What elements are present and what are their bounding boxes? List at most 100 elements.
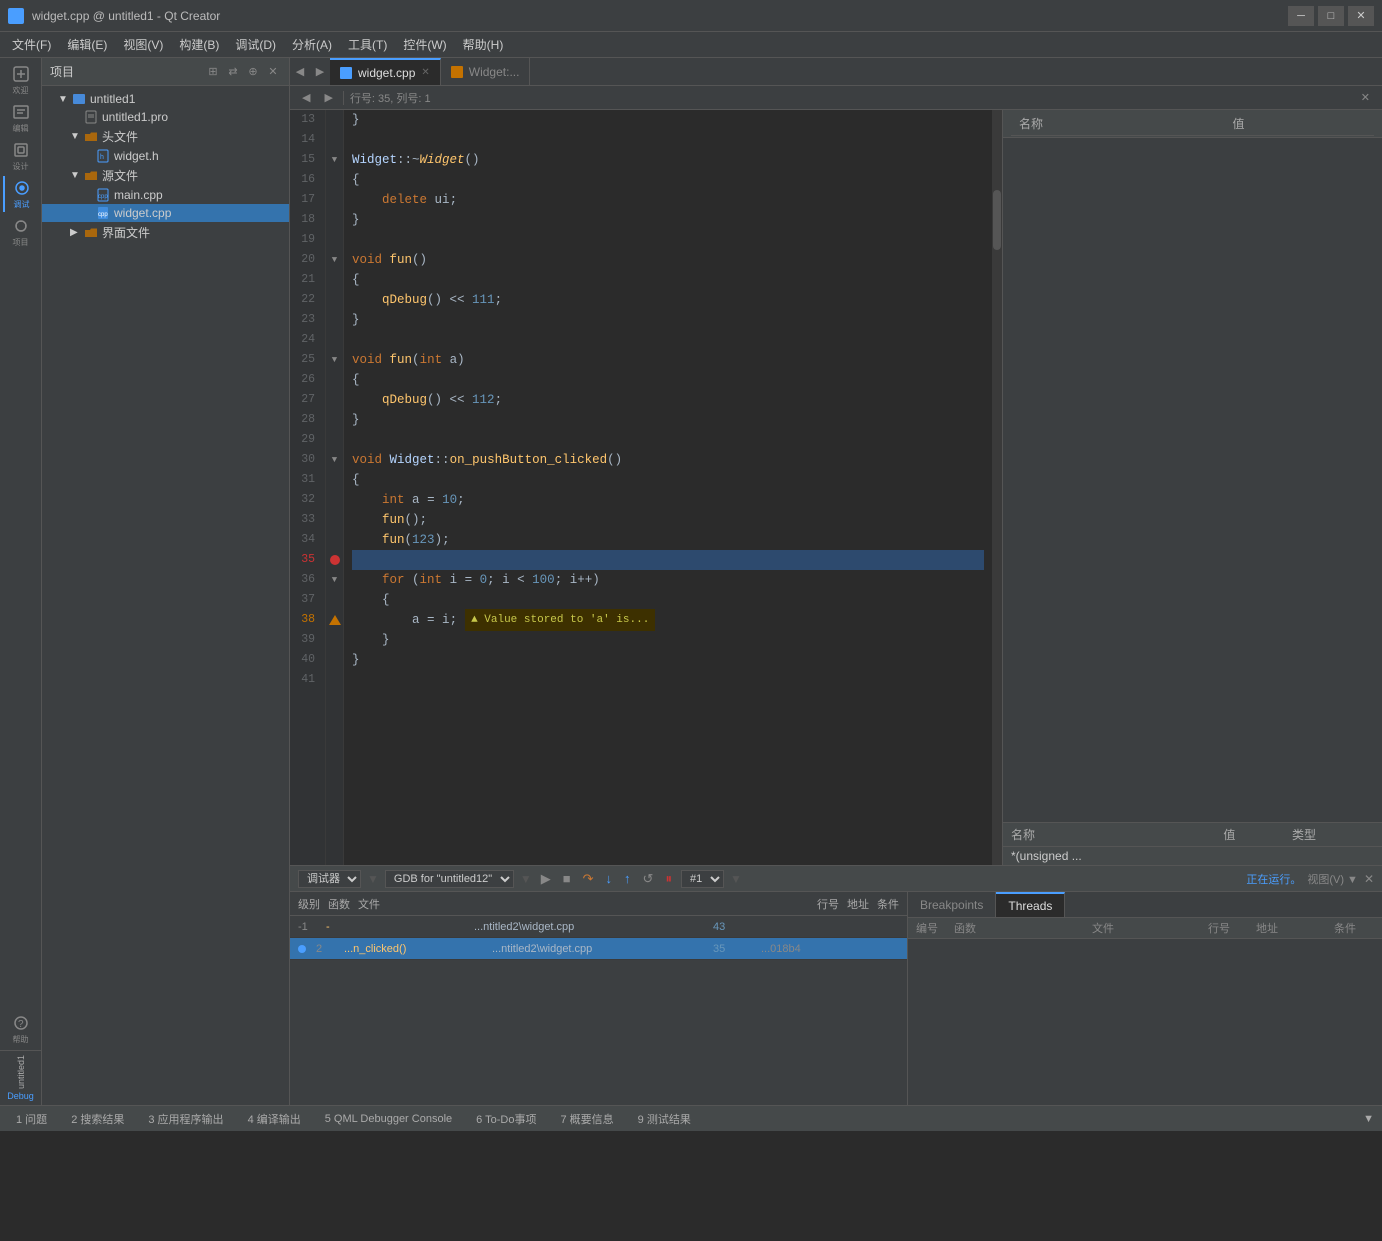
expand-icon[interactable]: ⊕ (245, 64, 261, 80)
close-button[interactable]: ✕ (1348, 6, 1374, 26)
close-panel-icon[interactable]: ✕ (265, 64, 281, 80)
cpp-file-icon-widget: cpp (96, 206, 110, 220)
gutter-33 (326, 510, 344, 530)
toolbar-nav-back[interactable]: ◀ (298, 90, 314, 105)
menu-help[interactable]: 帮助(H) (455, 34, 512, 55)
code-line-27: qDebug() << 112; (352, 390, 984, 410)
fold-25[interactable]: ▼ (332, 355, 337, 365)
code-line-35 (352, 550, 984, 570)
tree-item-widget-h[interactable]: ▶ h widget.h (42, 147, 289, 165)
gdb-select[interactable]: GDB for "untitled12" (385, 870, 514, 888)
gutter-17 (326, 190, 344, 210)
code-line-29 (352, 430, 984, 450)
status-app-output[interactable]: 3 应用程序输出 (140, 1111, 231, 1127)
maximize-button[interactable]: □ (1318, 6, 1344, 26)
sync-icon[interactable]: ⇄ (225, 64, 241, 80)
menu-edit[interactable]: 编辑(E) (59, 34, 115, 55)
menu-view[interactable]: 视图(V) (115, 34, 171, 55)
menu-tools[interactable]: 工具(T) (340, 34, 395, 55)
gutter-36: ▼ (326, 570, 344, 590)
debug-continue-btn[interactable]: ▶ (538, 870, 554, 888)
status-todo[interactable]: 6 To-Do事项 (468, 1111, 544, 1127)
sidebar-help[interactable]: ? 帮助 (3, 1012, 39, 1048)
arrow-sources: ▼ (70, 170, 80, 181)
tree-item-main-cpp[interactable]: ▶ cpp main.cpp (42, 186, 289, 204)
code-line-16: { (352, 170, 984, 190)
gutter-24 (326, 330, 344, 350)
view-button[interactable]: 视图(V) ▼ (1307, 871, 1358, 887)
toolbar-nav-fwd[interactable]: ▶ (320, 90, 336, 105)
toolbar-close[interactable]: ✕ (1357, 90, 1374, 105)
tree-item-widget-cpp[interactable]: ▶ cpp widget.cpp (42, 204, 289, 222)
code-line-13: } (352, 110, 984, 130)
status-search[interactable]: 2 搜索结果 (63, 1111, 132, 1127)
stack-row-2[interactable]: 2 ...n_clicked() ...ntitled2\widget.cpp … (290, 938, 907, 960)
status-problems[interactable]: 1 问题 (8, 1111, 55, 1127)
ln-20: 20 (290, 250, 319, 270)
stack-row-1[interactable]: -1 - ...ntitled2\widget.cpp 43 (290, 916, 907, 938)
debug-step-into-btn[interactable]: ↓ (603, 870, 616, 887)
status-qml-console[interactable]: 5 QML Debugger Console (317, 1113, 460, 1125)
status-overview[interactable]: 7 概要信息 (552, 1111, 621, 1127)
fold-30[interactable]: ▼ (332, 455, 337, 465)
thread-select[interactable]: #1 (681, 870, 724, 888)
ln-27: 27 (290, 390, 319, 410)
sidebar-debug[interactable]: 调试 (3, 176, 39, 212)
debug-interrupt-btn[interactable]: ⏸ (662, 870, 675, 888)
tree-item-pro[interactable]: ▶ untitled1.pro (42, 108, 289, 126)
header-icons: ⊞ ⇄ ⊕ ✕ (205, 64, 281, 80)
tab-nav-left[interactable]: ◀ (290, 58, 310, 85)
code-editor[interactable]: 13 14 15 16 17 18 19 20 21 22 23 24 25 2… (290, 110, 1002, 865)
code-line-25: void fun(int a) (352, 350, 984, 370)
filter-icon[interactable]: ⊞ (205, 64, 221, 80)
menu-file[interactable]: 文件(F) (4, 34, 59, 55)
ln-39: 39 (290, 630, 319, 650)
status-compile-output[interactable]: 4 编译输出 (240, 1111, 309, 1127)
status-tests[interactable]: 9 测试结果 (630, 1111, 699, 1127)
debugger-select[interactable]: 调试器 (298, 870, 361, 888)
stack-header: 级别 函数 文件 行号 地址 条件 (290, 892, 907, 916)
tab-breakpoints[interactable]: Breakpoints (908, 892, 996, 917)
code-lines[interactable]: } Widget::~Widget() { delete ui; } void … (344, 110, 992, 865)
menu-debug[interactable]: 调试(D) (227, 34, 284, 55)
gutter-20: ▼ (326, 250, 344, 270)
debug-stop-btn[interactable]: ■ (560, 870, 574, 887)
gutter-19 (326, 230, 344, 250)
sidebar-design[interactable]: 设计 (3, 138, 39, 174)
sidebar-edit[interactable]: 编辑 (3, 100, 39, 136)
debug-step-out-btn[interactable]: ↑ (621, 870, 634, 887)
sidebar-welcome[interactable]: 欢迎 (3, 62, 39, 98)
tree-label-pro: untitled1.pro (102, 110, 168, 124)
fold-36[interactable]: ▼ (332, 575, 337, 585)
tree-label-untitled1: untitled1 (90, 92, 135, 106)
sidebar-project-name: untitled1 (16, 1055, 26, 1089)
editor-toolbar: ◀ ▶ 行号: 35, 列号: 1 ✕ (290, 86, 1382, 110)
tab-threads[interactable]: Threads (996, 892, 1065, 917)
fold-20[interactable]: ▼ (332, 255, 337, 265)
h-file-icon: h (96, 149, 110, 163)
menu-analyze[interactable]: 分析(A) (284, 34, 340, 55)
tab-close-widget-cpp[interactable]: ✕ (421, 67, 429, 78)
tab-widget-cpp[interactable]: widget.cpp ✕ (330, 58, 441, 85)
cpp-file-icon-main: cpp (96, 188, 110, 202)
tree-item-ui[interactable]: ▶ 界面文件 (42, 222, 289, 243)
tab-widget-class[interactable]: Widget:... (441, 58, 531, 85)
ln-17: 17 (290, 190, 319, 210)
sidebar-project[interactable]: 项目 (3, 214, 39, 250)
editor-scrollbar[interactable] (992, 110, 1002, 865)
ln-37: 37 (290, 590, 319, 610)
debug-step-over-btn[interactable]: ↷ (580, 870, 597, 888)
tree-item-headers[interactable]: ▼ 头文件 (42, 126, 289, 147)
fold-15[interactable]: ▼ (332, 155, 337, 165)
menu-build[interactable]: 构建(B) (171, 34, 227, 55)
gutter-15: ▼ (326, 150, 344, 170)
minimize-button[interactable]: ─ (1288, 6, 1314, 26)
debug-restart-btn[interactable]: ↺ (640, 870, 657, 888)
scrollbar-thumb[interactable] (993, 190, 1001, 250)
tree-item-sources[interactable]: ▼ 源文件 (42, 165, 289, 186)
tab-nav-right[interactable]: ▶ (310, 58, 330, 85)
menu-widgets[interactable]: 控件(W) (395, 34, 454, 55)
tree-item-untitled1[interactable]: ▼ untitled1 (42, 90, 289, 108)
gutter-22 (326, 290, 344, 310)
stack-addr-2: ...018b4 (761, 943, 841, 955)
